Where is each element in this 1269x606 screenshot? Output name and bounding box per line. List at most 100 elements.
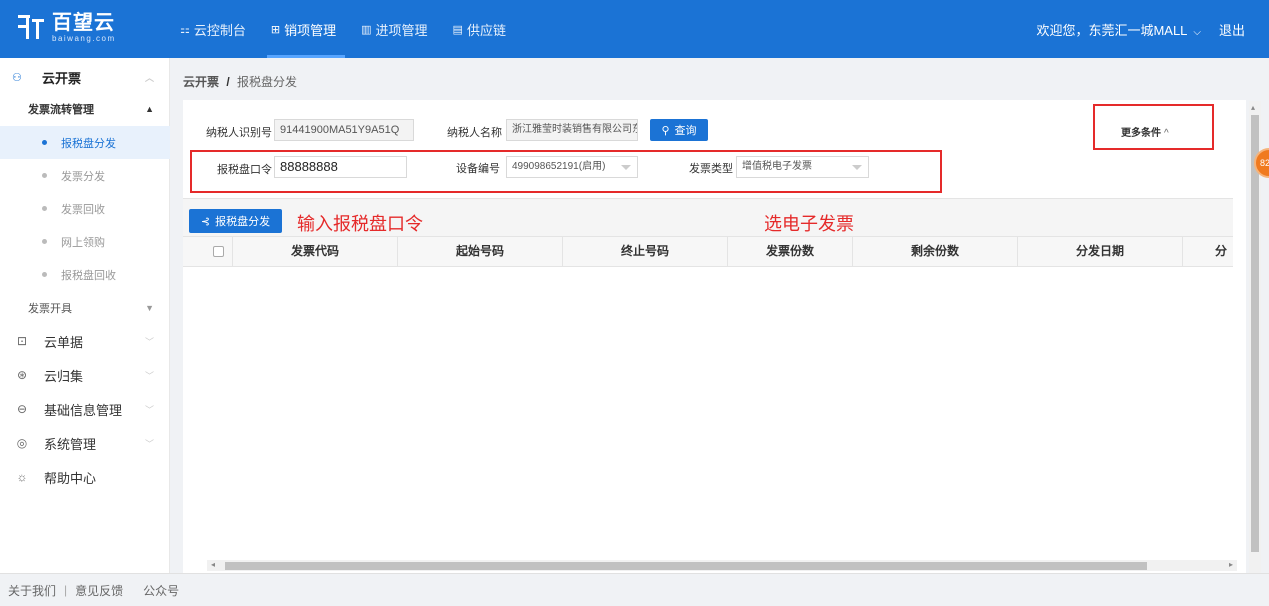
sidebar-item-invoice-distribution[interactable]: 发票分发 <box>0 159 170 192</box>
bullet-icon <box>42 173 47 178</box>
sidebar-group-invoice-issue[interactable]: 发票开具 ▼ <box>0 291 170 325</box>
column-header[interactable]: 剩余份数 <box>853 237 1018 266</box>
column-header[interactable]: 终止号码 <box>563 237 728 266</box>
sidebar-item-cloud-documents[interactable]: ⊡ 云单据 ﹀ <box>0 324 170 358</box>
logo-subtext: baiwang.com <box>52 33 116 43</box>
logo-text: 百望云 <box>52 11 115 34</box>
sidebar-item-system-management[interactable]: ◎ 系统管理 ﹀ <box>0 426 170 460</box>
column-header[interactable]: 起始号码 <box>398 237 563 266</box>
annotation-pin-hint: 输入报税盘口令 <box>297 214 423 234</box>
sidebar-group-invoice-flow[interactable]: 发票流转管理 ▲ <box>0 92 170 126</box>
scrollbar-thumb[interactable] <box>1251 115 1259 552</box>
breadcrumb-current: 报税盘分发 <box>237 75 298 89</box>
sidebar-item-invoice-recovery[interactable]: 发票回收 <box>0 192 170 225</box>
scroll-right-icon[interactable]: ▸ <box>1229 560 1233 569</box>
sidebar-item-label: 报税盘回收 <box>61 269 116 282</box>
bullet-icon <box>42 206 47 211</box>
feedback-link[interactable]: 意见反馈 <box>75 582 123 599</box>
info-icon: ⊖ <box>16 402 28 416</box>
logout-link[interactable]: 退出 <box>1219 20 1245 39</box>
sidebar-item-label: 基础信息管理 <box>44 402 123 418</box>
chevron-down-icon: ﹀ <box>144 370 154 381</box>
nav-label: 销项管理 <box>284 22 337 38</box>
document-icon: ▤ <box>452 23 463 36</box>
taxpayer-name-label: 纳税人名称 <box>447 127 502 139</box>
bulb-icon: ☼ <box>16 470 28 484</box>
grid-icon: ⚏ <box>180 23 190 36</box>
scroll-up-icon[interactable]: ▴ <box>1251 103 1255 112</box>
scroll-left-icon[interactable]: ◂ <box>211 560 215 569</box>
document-icon: ⊡ <box>16 334 28 348</box>
select-all-checkbox[interactable] <box>213 246 224 257</box>
column-header[interactable]: 发票代码 <box>233 237 398 266</box>
nav-label: 进项管理 <box>375 22 428 38</box>
user-menu[interactable]: 欢迎您，东莞汇一城MALL ⌵ <box>1036 20 1201 39</box>
taxpayer-id-label: 纳税人识别号 <box>206 127 272 139</box>
top-nav: ⚏ 云控制台 ⊞ 销项管理 ▥ 进项管理 ▤ 供应链 <box>180 0 531 58</box>
logo[interactable]: 百望云 baiwang.com <box>16 11 116 43</box>
table-header: 发票代码 起始号码 终止号码 发票份数 剩余份数 分发日期 分 <box>183 236 1233 267</box>
about-link[interactable]: 关于我们 <box>8 582 56 599</box>
tax-disk-distribute-button[interactable]: ⊰ 报税盘分发 <box>189 209 282 233</box>
taxpayer-name-field: 浙江雅莹时装销售有限公司东 <box>506 119 638 141</box>
sidebar-item-label: 报税盘分发 <box>61 137 116 150</box>
annotation-box-more <box>1093 104 1214 150</box>
search-icon: ⚲ <box>661 124 670 137</box>
distribute-button-label: 报税盘分发 <box>215 216 271 228</box>
chevron-up-icon: ︿ <box>144 72 154 83</box>
sales-icon: ⊞ <box>270 23 281 36</box>
breadcrumb: 云开票 / 报税盘分发 <box>183 73 297 90</box>
share-icon: ⊰ <box>200 215 211 228</box>
bullet-icon <box>42 272 47 277</box>
annotation-type-hint: 选电子发票 <box>764 214 854 234</box>
sidebar-item-label: 发票回收 <box>61 203 105 216</box>
welcome-text: 欢迎您，东莞汇一城MALL <box>1036 23 1188 38</box>
nav-label: 供应链 <box>466 22 506 38</box>
sidebar-item-basic-info[interactable]: ⊖ 基础信息管理 ﹀ <box>0 392 170 426</box>
sidebar-item-cloud-collection[interactable]: ⊛ 云归集 ﹀ <box>0 358 170 392</box>
horizontal-scrollbar[interactable]: ◂ ▸ <box>207 560 1237 571</box>
chart-icon: ▥ <box>361 23 372 36</box>
sidebar-item-cloud-invoice[interactable]: ⚇ 云开票 ︿ <box>0 58 170 96</box>
sidebar-group-label: 发票流转管理 <box>28 104 94 116</box>
chevron-down-icon: ﹀ <box>144 336 154 347</box>
chevron-down-icon: ﹀ <box>144 438 154 449</box>
taxpayer-id-field: 91441900MA51Y9A51Q <box>274 119 414 141</box>
breadcrumb-separator: / <box>226 75 230 89</box>
nav-label: 云控制台 <box>193 22 246 38</box>
sidebar-item-label: 云开票 <box>42 70 82 86</box>
query-button[interactable]: ⚲ 查询 <box>650 119 708 141</box>
bullet-icon <box>42 239 47 244</box>
sidebar-item-label: 云归集 <box>44 368 84 384</box>
select-all-cell <box>183 237 233 266</box>
sidebar-item-tax-disk-distribution[interactable]: 报税盘分发 <box>0 126 170 159</box>
top-header: 百望云 baiwang.com ⚏ 云控制台 ⊞ 销项管理 ▥ 进项管理 ▤ 供… <box>0 0 1269 58</box>
settings-icon: ◎ <box>16 436 28 450</box>
breadcrumb-root[interactable]: 云开票 <box>183 75 219 89</box>
nav-supply-chain[interactable]: ▤ 供应链 <box>453 0 519 58</box>
caret-up-icon: ▲ <box>145 104 154 114</box>
column-header[interactable]: 分 <box>1183 237 1233 266</box>
column-header[interactable]: 分发日期 <box>1018 237 1183 266</box>
public-account-link[interactable]: 公众号 <box>143 582 179 599</box>
caret-down-icon: ▼ <box>145 303 154 313</box>
footer: 关于我们 | 意见反馈 公众号 <box>0 573 1269 606</box>
footer-separator: | <box>64 583 68 597</box>
nav-cloud-console[interactable]: ⚏ 云控制台 <box>180 0 259 58</box>
bullet-icon <box>42 140 47 145</box>
cube-icon: ⊛ <box>16 368 28 382</box>
scrollbar-thumb[interactable] <box>225 562 1147 570</box>
sidebar-item-label: 发票分发 <box>61 170 105 183</box>
nav-purchase-management[interactable]: ▥ 进项管理 <box>361 0 440 58</box>
sidebar-item-help-center[interactable]: ☼ 帮助中心 <box>0 460 170 494</box>
sidebar-item-label: 系统管理 <box>44 436 97 452</box>
nav-sales-management[interactable]: ⊞ 销项管理 <box>266 0 349 58</box>
sidebar-item-label: 云单据 <box>44 334 84 350</box>
column-header[interactable]: 发票份数 <box>728 237 853 266</box>
sidebar-item-online-purchase[interactable]: 网上领购 <box>0 225 170 258</box>
query-button-label: 查询 <box>674 125 697 137</box>
chevron-down-icon: ﹀ <box>144 404 154 415</box>
sidebar-item-tax-disk-recovery[interactable]: 报税盘回收 <box>0 258 170 291</box>
sidebar-item-label: 帮助中心 <box>44 470 97 486</box>
chevron-down-icon: ⌵ <box>1193 27 1201 38</box>
